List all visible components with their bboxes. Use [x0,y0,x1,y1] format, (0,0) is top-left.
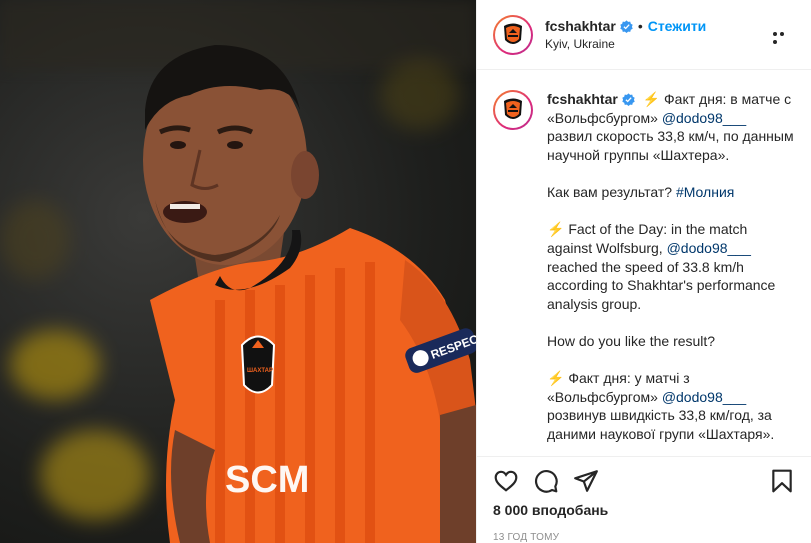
mention-link[interactable]: @dodo98___ [667,240,751,256]
post-header: fcshakhtar • Стежити Kyiv, Ukraine [477,0,811,71]
header-username[interactable]: fcshakhtar [545,18,616,34]
likes-count[interactable]: 8 000 вподобань [477,496,811,518]
caption-text-ru-cont: развил скорость 33,8 км/ч, по данным нау… [547,128,794,164]
caption-username[interactable]: fcshakhtar [547,91,618,107]
lightning-icon: ⚡ [547,370,565,387]
more-options-icon[interactable] [773,28,793,44]
caption-question-ru: Как вам результат? [547,184,673,201]
caption-question-en: How do you like the result? [547,332,716,349]
location-link[interactable]: Kyiv, Ukraine [545,37,706,51]
lightning-icon: ⚡ [642,91,661,108]
verified-badge-icon [620,20,633,33]
separator-dot: • [637,18,643,35]
lightning-icon: ⚡ [547,221,565,238]
caption-text-uk-cont: розвинув швидкість 33,8 км/год, за даним… [547,407,775,442]
comment-icon[interactable] [533,468,559,494]
follow-button[interactable]: Стежити [648,18,707,34]
post-caption: fcshakhtar ⚡ Факт дня: в матче с «Вольфс… [477,70,811,456]
mention-link[interactable]: @dodo98___ [662,110,746,126]
share-icon[interactable] [573,468,599,494]
caption-text-en-cont: reached the speed of 33.8 km/h according… [547,258,776,312]
mention-link[interactable]: @dodo98___ [662,389,746,405]
crest-text: ШАХТАР [247,368,273,374]
shakhtar-logo-icon [504,98,522,120]
instagram-post: RESPECT ШАХТАР SCM fcshakhtar • Стежити … [0,0,811,543]
caption-avatar[interactable] [493,90,533,131]
verified-badge-icon [622,93,635,107]
post-photo[interactable]: RESPECT ШАХТАР SCM [0,0,476,543]
avatar[interactable] [493,14,533,55]
bookmark-icon[interactable] [769,468,795,494]
post-timestamp[interactable]: 13 год тому [477,518,811,543]
hashtag-link[interactable]: #Молния [676,184,734,200]
caption-text: fcshakhtar ⚡ Факт дня: в матче с «Вольфс… [547,90,795,456]
shakhtar-logo-icon [504,23,522,44]
jersey-sponsor: SCM [225,459,309,501]
post-sidebar: fcshakhtar • Стежити Kyiv, Ukraine fcsha… [476,0,811,543]
player-illustration: RESPECT ШАХТАР SCM [143,45,476,543]
heart-icon[interactable] [493,468,519,494]
action-bar [477,456,811,496]
